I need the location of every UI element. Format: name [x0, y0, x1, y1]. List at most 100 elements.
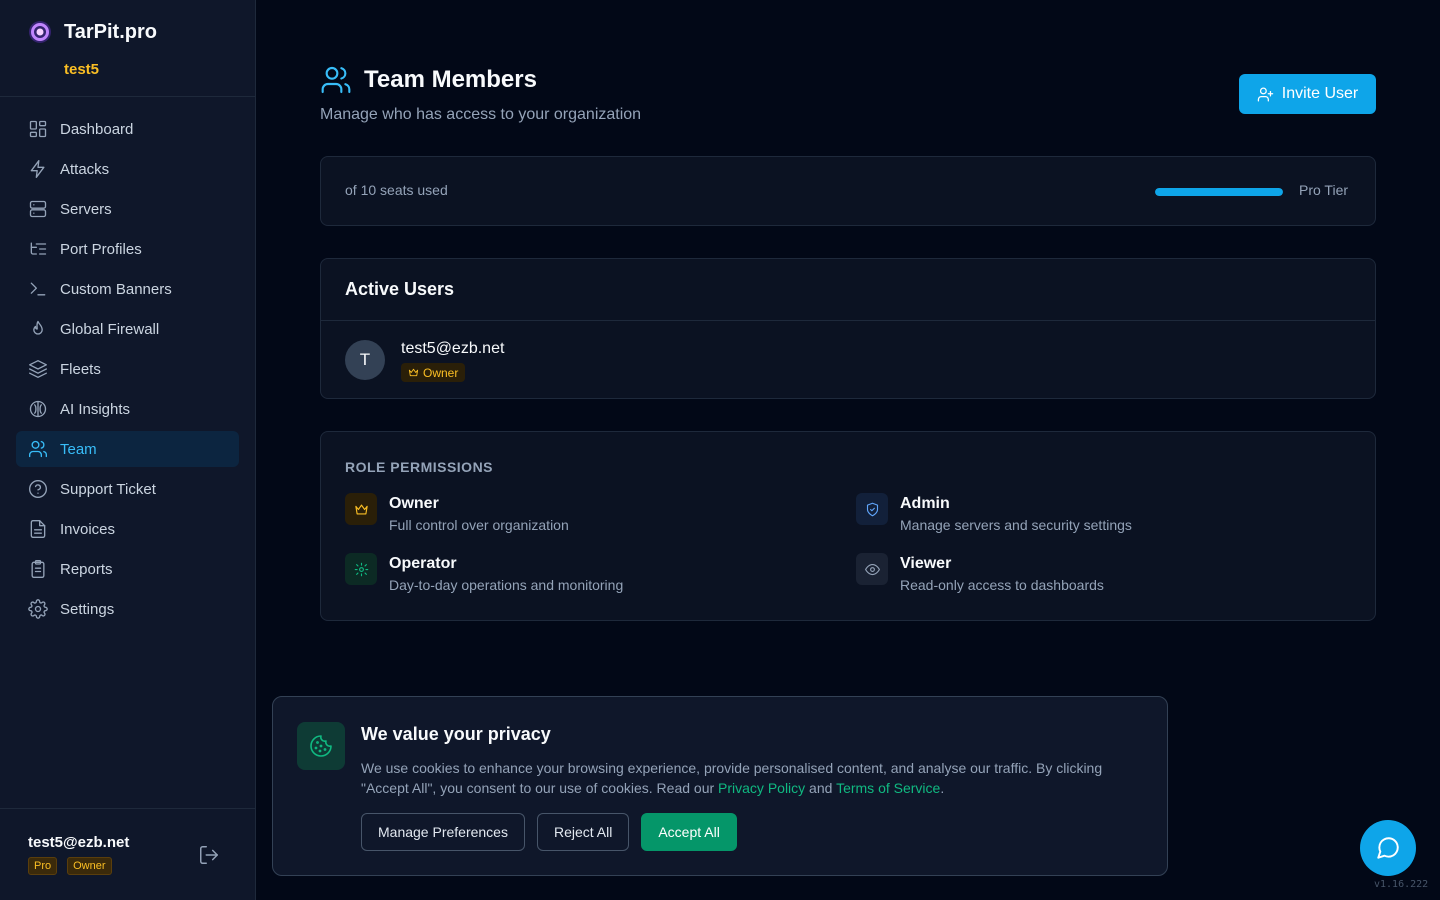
crown-icon [354, 504, 368, 514]
page-header: Team Members Manage who has access to yo… [320, 64, 641, 124]
member-role-badge: Owner [401, 363, 466, 382]
eye-icon [864, 563, 880, 575]
divider [0, 808, 255, 809]
sidebar-item-label: Port Profiles [60, 240, 142, 258]
brain-icon [29, 400, 47, 418]
sidebar-item-team[interactable]: Team [16, 431, 239, 467]
server-icon [29, 200, 47, 218]
sidebar-item-settings[interactable]: Settings [16, 591, 239, 627]
sidebar-item-label: AI Insights [60, 400, 131, 418]
app-version: v1.16.222 [1374, 879, 1429, 890]
seats-progress-bar [1155, 188, 1283, 196]
role-operator: Operator Day-to-day operations and monit… [345, 553, 623, 593]
role-name: Admin [900, 495, 950, 512]
sidebar-item-port-profiles[interactable]: Port Profiles [16, 231, 239, 267]
file-text-icon [30, 520, 46, 538]
logout-button[interactable] [198, 844, 220, 866]
role-name: Viewer [900, 555, 952, 572]
shield-icon [866, 502, 878, 516]
sidebar-item-ai-insights[interactable]: AI Insights [16, 391, 239, 427]
role-permissions-heading: ROLE PERMISSIONS [345, 459, 494, 475]
help-circle-icon [29, 480, 47, 498]
brand[interactable]: TarPit.pro [28, 20, 157, 44]
divider [0, 96, 255, 97]
user-plus-icon [1257, 86, 1273, 102]
role-owner: Owner Full control over organization [345, 493, 569, 533]
sidebar-item-label: Servers [60, 200, 112, 218]
chat-button[interactable] [1360, 820, 1416, 876]
role-description: Full control over organization [389, 517, 569, 533]
sidebar-item-custom-banners[interactable]: Custom Banners [16, 271, 239, 307]
users-icon [29, 440, 47, 458]
sidebar-item-label: Custom Banners [60, 280, 172, 298]
flame-icon [33, 320, 43, 335]
clipboard-icon [31, 560, 45, 578]
seats-progress-fill [1155, 188, 1283, 196]
role-description: Manage servers and security settings [900, 517, 1132, 533]
sidebar-item-attacks[interactable]: Attacks [16, 151, 239, 187]
cookie-title: We value your privacy [361, 724, 551, 744]
member-email: test5@ezb.net [401, 340, 505, 357]
role-icon-badge [856, 493, 888, 525]
cookie-description: We use cookies to enhance your browsing … [361, 758, 1131, 798]
plan-badge: Pro [28, 857, 58, 875]
cookie-icon [310, 735, 332, 757]
role-description: Read-only access to dashboards [900, 577, 1104, 593]
cookie-buttons: Manage Preferences Reject All Accept All [361, 813, 737, 851]
role-admin: Admin Manage servers and security settin… [856, 493, 1132, 533]
manage-preferences-button[interactable]: Manage Preferences [361, 813, 525, 851]
member-role-label: Owner [423, 365, 459, 380]
tier-label: Pro Tier [1299, 182, 1349, 198]
sidebar-item-servers[interactable]: Servers [16, 191, 239, 227]
page-title: Team Members [364, 66, 537, 93]
logout-icon [200, 846, 218, 864]
reject-all-button[interactable]: Reject All [536, 813, 630, 851]
sidebar-item-support-ticket[interactable]: Support Ticket [16, 471, 239, 507]
cookie-consent-banner: We value your privacy We use cookies to … [272, 696, 1168, 876]
invite-user-label: Invite User [1281, 85, 1359, 102]
sidebar-item-label: Settings [60, 600, 115, 618]
divider [321, 320, 1375, 321]
role-icon-badge [856, 553, 888, 585]
sidebar-item-label: Attacks [60, 160, 110, 178]
sidebar-item-dashboard[interactable]: Dashboard [16, 111, 239, 147]
invite-user-button[interactable]: Invite User [1239, 74, 1376, 114]
cookie-text-and: and [805, 780, 837, 796]
sidebar-item-fleets[interactable]: Fleets [16, 351, 239, 387]
terms-of-service-link[interactable]: Terms of Service [836, 780, 940, 796]
role-name: Operator [389, 555, 457, 572]
brand-name: TarPit.pro [64, 20, 157, 43]
sidebar-item-label: Global Firewall [60, 320, 160, 338]
crown-icon [408, 368, 419, 377]
sidebar-item-label: Reports [60, 560, 113, 578]
sidebar-nav: Dashboard Attacks Servers Port Profiles … [16, 111, 239, 631]
cookie-icon-badge [297, 722, 345, 770]
gear-icon [28, 599, 48, 619]
user-badges: Pro Owner [28, 857, 112, 875]
page-subtitle: Manage who has access to your organizati… [320, 106, 642, 123]
role-description: Day-to-day operations and monitoring [389, 577, 624, 593]
gear-icon [354, 562, 368, 576]
role-badge: Owner [67, 857, 112, 875]
current-user-email: test5@ezb.net [28, 834, 130, 851]
accept-all-button[interactable]: Accept All [641, 813, 737, 851]
page-title-row: Team Members [320, 64, 641, 96]
role-viewer: Viewer Read-only access to dashboards [856, 553, 1104, 593]
sidebar-item-label: Invoices [60, 520, 116, 538]
role-icon-badge [345, 553, 377, 585]
role-name: Owner [389, 495, 439, 512]
chat-bubble-icon [1377, 837, 1399, 859]
role-permissions-card: ROLE PERMISSIONS Owner Full control over… [320, 431, 1376, 621]
users-icon [321, 66, 351, 94]
sidebar-item-reports[interactable]: Reports [16, 551, 239, 587]
layers-icon [29, 360, 47, 378]
sidebar-item-label: Team [60, 440, 97, 458]
sidebar-item-global-firewall[interactable]: Global Firewall [16, 311, 239, 347]
sidebar-item-invoices[interactable]: Invoices [16, 511, 239, 547]
sidebar: TarPit.pro test5 Dashboard Attacks Serve… [0, 0, 256, 900]
active-users-title: Active Users [345, 279, 455, 299]
privacy-policy-link[interactable]: Privacy Policy [718, 780, 805, 796]
list-tree-icon [30, 242, 47, 255]
active-users-card: Active Users T test5@ezb.net Owner [320, 258, 1376, 399]
brand-logo-icon [29, 21, 51, 43]
